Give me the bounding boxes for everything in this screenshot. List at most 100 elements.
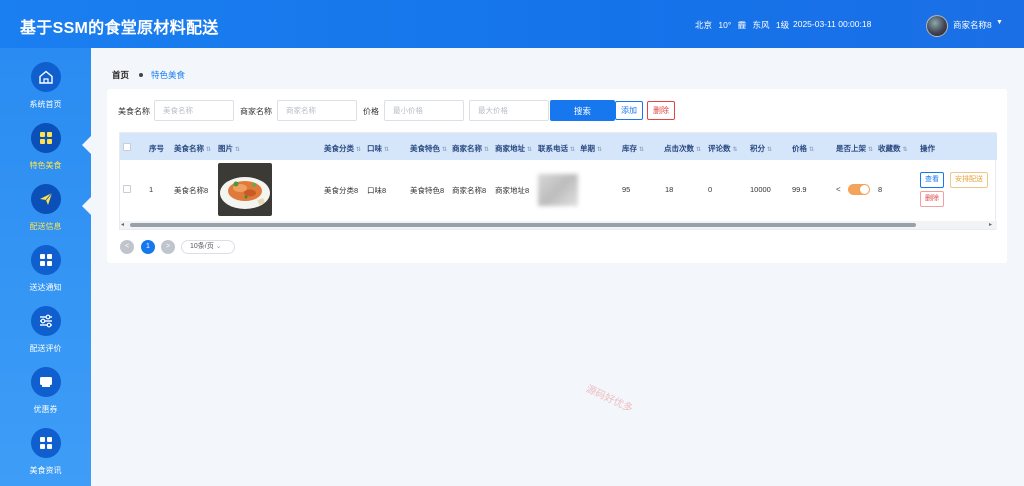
table-header: 序号 美食名称 ⇅ 图片 ⇅ 美食分类 ⇅ 口味 ⇅ 美食特色 ⇅ 商家名称 ⇅ 商家地址 ⇅… <box>120 133 997 160</box>
header-favorites[interactable]: 收藏数 ⇅ <box>878 143 908 154</box>
header-label: 图片 <box>218 144 233 153</box>
sort-icon[interactable]: ⇅ <box>384 147 389 153</box>
header-label: 单期 <box>580 144 595 153</box>
header-label: 库存 <box>622 144 637 153</box>
grid-icon <box>31 245 61 275</box>
sort-icon[interactable]: ⇅ <box>903 147 908 153</box>
sort-icon[interactable]: ⇅ <box>484 147 489 153</box>
header-comments[interactable]: 评论数 ⇅ <box>708 143 738 154</box>
header-label: 美食特色 <box>410 144 440 153</box>
sidebar-item-label: 优惠券 <box>33 405 58 414</box>
sidebar-item-home[interactable]: 系统首页 <box>0 62 91 122</box>
header-label: 价格 <box>792 144 807 153</box>
header-index: 序号 <box>149 144 164 153</box>
header-phone[interactable]: 联系电话 ⇅ <box>538 143 575 154</box>
home-icon <box>31 62 61 92</box>
add-button[interactable]: 添加 <box>615 101 643 120</box>
sort-icon[interactable]: ⇅ <box>809 147 814 153</box>
sidebar-item-news[interactable]: 美食资讯 <box>0 428 91 486</box>
header-label: 是否上架 <box>836 144 866 153</box>
header-label: 点击次数 <box>664 144 694 153</box>
header-food-name[interactable]: 美食名称 ⇅ <box>174 143 211 154</box>
header-actions: 操作 <box>920 144 935 153</box>
app-title: 基于SSM的食堂原材料配送 <box>20 20 219 37</box>
header-address[interactable]: 商家地址 ⇅ <box>495 143 532 154</box>
next-page-button[interactable]: > <box>161 240 175 254</box>
header-taste[interactable]: 口味 ⇅ <box>367 143 389 154</box>
cell-category: 美食分类8 <box>324 186 359 195</box>
breadcrumb-separator <box>139 73 144 78</box>
view-button[interactable]: 查看 <box>920 172 944 188</box>
sidebar-item-notification[interactable]: 送达通知 <box>0 245 91 305</box>
prev-page-button[interactable]: < <box>120 240 134 254</box>
sidebar: 系统首页 特色美食 配送信息 送达通知 配送评价 优惠券 美食资讯 <box>0 48 91 486</box>
header-period[interactable]: 单期 ⇅ <box>580 143 602 154</box>
food-table: 序号 美食名称 ⇅ 图片 ⇅ 美食分类 ⇅ 口味 ⇅ 美食特色 ⇅ 商家名称 ⇅ 商家地址 ⇅… <box>119 132 997 230</box>
food-name-input[interactable] <box>154 100 234 121</box>
header-stock[interactable]: 库存 ⇅ <box>622 143 644 154</box>
sidebar-item-coupon[interactable]: 优惠券 <box>0 367 91 427</box>
toggle-knob <box>860 185 869 194</box>
sidebar-item-label: 配送评价 <box>29 344 62 353</box>
weather-info: 北京 10° 霾 东风 1级 <box>695 19 793 31</box>
sidebar-item-featured-food[interactable]: 特色美食 <box>0 123 91 183</box>
weather-condition: 霾 <box>737 20 747 30</box>
header-label: 美食名称 <box>174 144 204 153</box>
on-shelf-toggle[interactable] <box>848 184 870 195</box>
share-icon[interactable]: < <box>836 185 841 194</box>
cell-taste: 口味8 <box>367 186 387 195</box>
chevron-down-icon[interactable]: ▼ <box>996 19 1003 26</box>
sidebar-item-label: 配送信息 <box>29 222 62 231</box>
sort-icon[interactable]: ⇅ <box>597 147 602 153</box>
scroll-right-icon[interactable]: ▸ <box>989 221 992 228</box>
header-on-shelf[interactable]: 是否上架 ⇅ <box>836 143 873 154</box>
breadcrumb-home[interactable]: 首页 <box>112 70 129 80</box>
sort-icon[interactable]: ⇅ <box>235 147 240 153</box>
header-points[interactable]: 积分 ⇅ <box>750 143 772 154</box>
header-merchant[interactable]: 商家名称 ⇅ <box>452 143 489 154</box>
scroll-thumb[interactable] <box>130 223 916 227</box>
food-image[interactable] <box>218 163 272 216</box>
header-category[interactable]: 美食分类 ⇅ <box>324 143 361 154</box>
search-bar: 美食名称 商家名称 价格 搜索 添加 删除 <box>107 99 1007 121</box>
username[interactable]: 商家名称8 <box>953 19 992 31</box>
avatar[interactable] <box>926 15 948 37</box>
price-label: 价格 <box>363 107 379 116</box>
max-price-input[interactable] <box>469 100 549 121</box>
sort-icon[interactable]: ⇅ <box>868 147 873 153</box>
sort-icon[interactable]: ⇅ <box>527 147 532 153</box>
arrange-delivery-button[interactable]: 安排配送 <box>950 172 988 188</box>
header-clicks[interactable]: 点击次数 ⇅ <box>664 143 701 154</box>
header-feature[interactable]: 美食特色 ⇅ <box>410 143 447 154</box>
sort-icon[interactable]: ⇅ <box>570 147 575 153</box>
row-checkbox[interactable] <box>123 185 131 193</box>
delete-button[interactable]: 删除 <box>647 101 675 120</box>
merchant-name-input[interactable] <box>277 100 357 121</box>
sidebar-item-review[interactable]: 配送评价 <box>0 306 91 366</box>
page-number-1[interactable]: 1 <box>141 240 155 254</box>
search-button[interactable]: 搜索 <box>550 100 615 121</box>
table-row: 1 美食名称8 美食分类8 口味8 美食特色8 商家名称8 商家地址8 95 1… <box>120 160 997 218</box>
sort-icon[interactable]: ⇅ <box>733 147 738 153</box>
min-price-input[interactable] <box>384 100 464 121</box>
grid-icon <box>31 428 61 458</box>
sort-icon[interactable]: ⇅ <box>356 147 361 153</box>
sort-icon[interactable]: ⇅ <box>442 147 447 153</box>
sort-icon[interactable]: ⇅ <box>696 147 701 153</box>
cell-clicks: 18 <box>665 185 674 194</box>
sidebar-item-delivery[interactable]: 配送信息 <box>0 184 91 244</box>
sort-icon[interactable]: ⇅ <box>206 147 211 153</box>
page-size-select[interactable]: 10条/页 ⌄ <box>181 240 235 254</box>
select-all-checkbox[interactable] <box>123 143 131 151</box>
cell-index: 1 <box>149 185 154 194</box>
row-delete-button[interactable]: 删除 <box>920 191 944 207</box>
grid-icon <box>31 123 61 153</box>
sort-icon[interactable]: ⇅ <box>639 147 644 153</box>
sidebar-item-label: 系统首页 <box>29 100 62 109</box>
horizontal-scrollbar[interactable]: ◂ ▸ <box>120 221 997 229</box>
sort-icon[interactable]: ⇅ <box>767 147 772 153</box>
merchant-name-label: 商家名称 <box>240 107 272 116</box>
scroll-left-icon[interactable]: ◂ <box>121 221 124 228</box>
coupon-icon <box>31 367 61 397</box>
header-price[interactable]: 价格 ⇅ <box>792 143 814 154</box>
